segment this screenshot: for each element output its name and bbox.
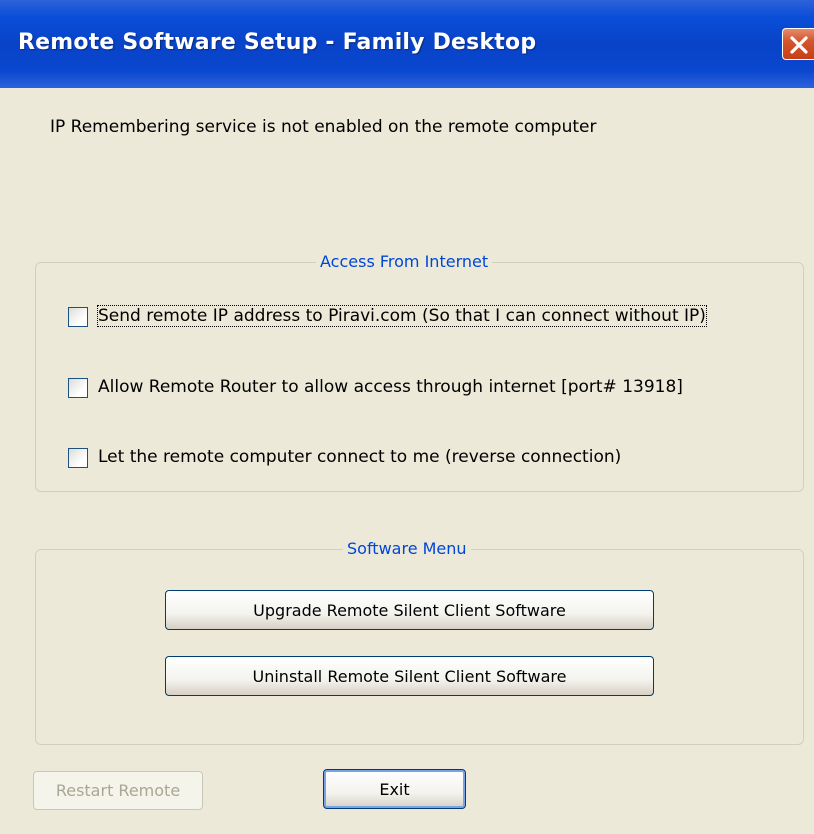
upgrade-software-button[interactable]: Upgrade Remote Silent Client Software [165, 590, 654, 630]
window-title: Remote Software Setup - Family Desktop [18, 30, 537, 55]
exit-button[interactable]: Exit [323, 769, 466, 809]
uninstall-software-button[interactable]: Uninstall Remote Silent Client Software [165, 656, 654, 696]
send-ip-checkbox[interactable] [68, 307, 88, 327]
title-bar[interactable]: Remote Software Setup - Family Desktop [0, 0, 814, 88]
close-button[interactable] [782, 28, 814, 60]
software-group-title: Software Menu [343, 539, 471, 558]
reverse-connection-checkbox[interactable] [68, 448, 88, 468]
status-message: IP Remembering service is not enabled on… [50, 117, 597, 137]
close-icon [790, 36, 808, 54]
software-menu-group: Software Menu [35, 539, 804, 745]
router-access-checkbox[interactable] [68, 378, 88, 398]
restart-remote-button[interactable]: Restart Remote [33, 771, 203, 810]
send-ip-label[interactable]: Send remote IP address to Piravi.com (So… [97, 305, 707, 327]
access-group-title: Access From Internet [316, 252, 493, 271]
router-access-label[interactable]: Allow Remote Router to allow access thro… [98, 377, 683, 397]
reverse-connection-label[interactable]: Let the remote computer connect to me (r… [98, 447, 621, 467]
